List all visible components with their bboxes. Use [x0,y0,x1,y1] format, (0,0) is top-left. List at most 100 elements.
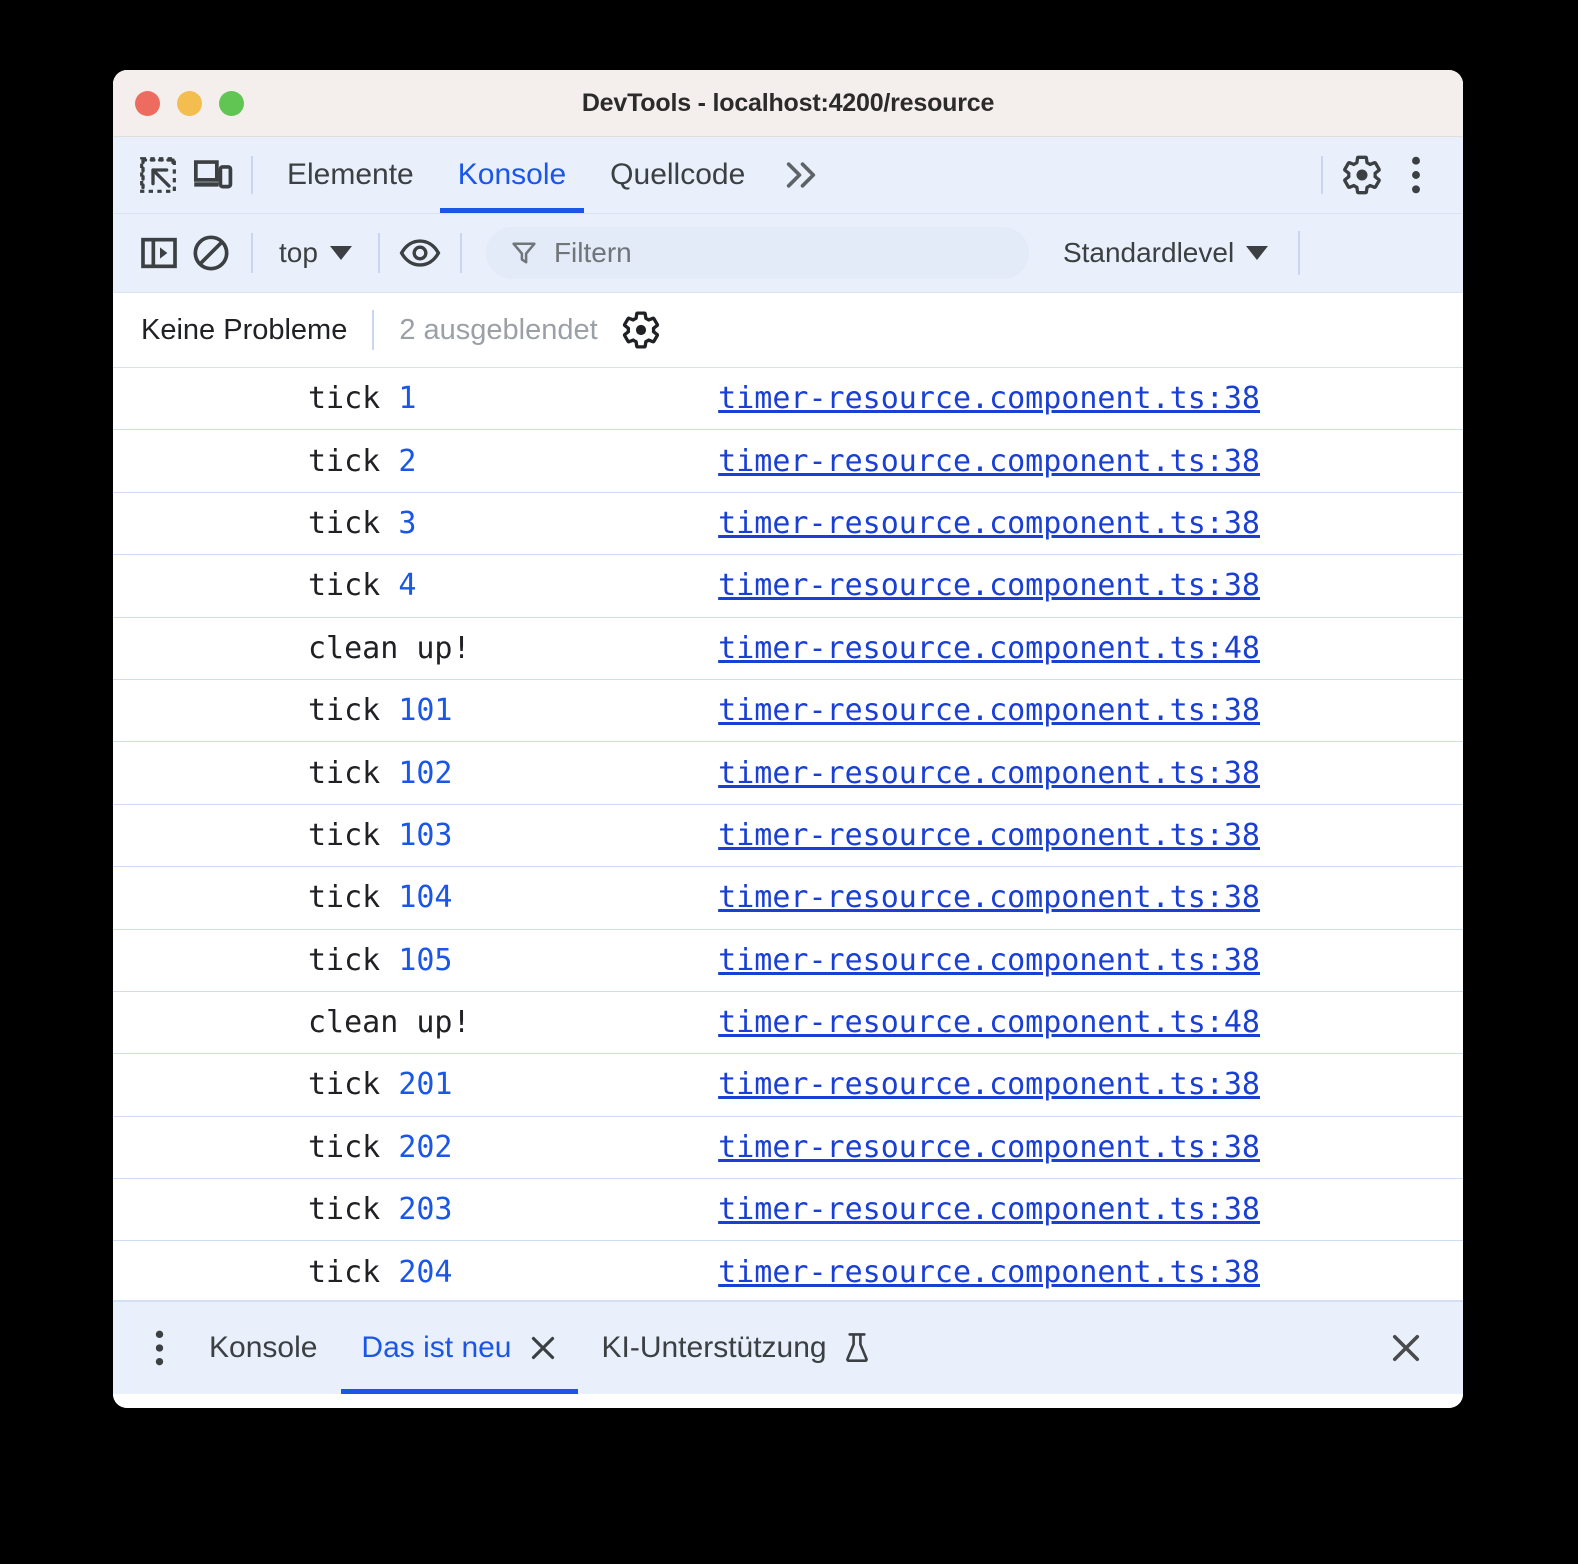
hidden-messages-text[interactable]: 2 ausgeblendet [399,314,597,347]
close-icon[interactable] [528,1333,558,1363]
console-message-value: 203 [398,1192,453,1228]
console-message-source-link[interactable]: timer-resource.component.ts:38 [718,506,1260,541]
console-message-row[interactable]: tick 4 timer-resource.component.ts:38 [113,555,1463,618]
execution-context-selector[interactable]: top [267,237,364,269]
console-message-source-link[interactable]: timer-resource.component.ts:38 [718,943,1260,978]
gear-icon[interactable] [1335,148,1389,202]
log-level-selector[interactable]: Standardlevel [1062,237,1269,269]
console-message-value: 202 [398,1129,453,1165]
window-bottom-edge [113,1394,1463,1408]
console-message-row[interactable]: tick 103 timer-resource.component.ts:38 [113,805,1463,868]
filterbar-divider-4 [1298,231,1301,275]
tabbar-right-actions [1309,148,1463,202]
console-message-value: 3 [398,505,417,541]
console-message-value: 4 [398,568,417,604]
filter-funnel-icon [510,239,538,267]
close-window-button[interactable] [135,90,160,116]
drawer-tab-ki-unterstuetzung-label: KI-Unterstützung [601,1331,827,1364]
close-drawer-button[interactable] [1379,1321,1433,1375]
console-message-value: 201 [398,1067,453,1103]
console-message-row[interactable]: clean up! timer-resource.component.ts:48 [113,618,1463,680]
maximize-window-button[interactable] [219,90,244,116]
console-message-row[interactable]: tick 201 timer-resource.component.ts:38 [113,1054,1463,1117]
device-toolbar-icon[interactable] [185,148,239,202]
tab-quellcode[interactable]: Quellcode [588,137,767,213]
console-message-text: tick 203 [308,1192,453,1228]
more-tabs-chevron-icon[interactable] [767,137,835,213]
drawer-tab-das-ist-neu[interactable]: Das ist neu [339,1302,579,1394]
tab-quellcode-label: Quellcode [610,158,746,191]
console-message-row[interactable]: tick 104 timer-resource.component.ts:38 [113,867,1463,930]
filter-input[interactable]: Filtern [485,227,1029,279]
filterbar-divider-2 [377,233,380,273]
console-message-value: 104 [398,880,453,916]
console-message-source-link[interactable]: timer-resource.component.ts:48 [718,631,1260,666]
console-filter-toolbar: top Filtern Standardlevel [113,214,1463,293]
kebab-menu-icon[interactable] [1389,148,1443,202]
console-message-text: tick 105 [308,942,453,978]
drawer-tab-ki-unterstuetzung[interactable]: KI-Unterstützung [580,1302,893,1394]
kebab-menu-icon[interactable] [131,1302,187,1394]
console-message-row[interactable]: tick 204 timer-resource.component.ts:38 [113,1241,1463,1300]
console-message-source-link[interactable]: timer-resource.component.ts:38 [718,1067,1260,1102]
console-message-row[interactable]: tick 3 timer-resource.component.ts:38 [113,493,1463,556]
console-message-row[interactable]: tick 203 timer-resource.component.ts:38 [113,1179,1463,1242]
tabbar-right-divider [1321,156,1323,194]
gear-icon[interactable] [620,309,662,351]
console-message-text: tick 104 [308,880,453,916]
console-message-text: tick 4 [308,568,417,604]
console-message-value: 102 [398,755,453,791]
console-message-source-link[interactable]: timer-resource.component.ts:38 [718,693,1260,728]
console-message-source-link[interactable]: timer-resource.component.ts:38 [718,381,1260,416]
console-message-source-link[interactable]: timer-resource.component.ts:48 [718,1005,1260,1040]
tab-elemente[interactable]: Elemente [265,137,436,213]
console-message-row[interactable]: tick 202 timer-resource.component.ts:38 [113,1117,1463,1180]
screenshot-root: DevTools - localhost:4200/resource Eleme… [0,0,1578,1564]
filterbar-divider-1 [251,233,253,273]
console-message-text: tick 102 [308,755,453,791]
tab-konsole-label: Konsole [457,158,567,191]
log-level-label: Standardlevel [1062,237,1235,268]
console-message-row[interactable]: tick 1 timer-resource.component.ts:38 [113,368,1463,431]
drawer-tab-konsole-label: Konsole [209,1331,318,1364]
console-sidebar-icon[interactable] [133,227,185,279]
console-message-text: tick 103 [308,817,453,853]
console-message-row[interactable]: tick 105 timer-resource.component.ts:38 [113,930,1463,992]
experiment-flask-icon [843,1331,871,1365]
drawer-tab-konsole[interactable]: Konsole [187,1302,339,1394]
eye-icon[interactable] [394,227,446,279]
minimize-window-button[interactable] [177,90,202,116]
console-message-row[interactable]: tick 101 timer-resource.component.ts:38 [113,680,1463,743]
tab-konsole[interactable]: Konsole [436,137,588,213]
console-message-text: tick 1 [308,381,417,417]
devtools-main-tabbar: Elemente Konsole Quellcode [113,137,1463,214]
console-message-source-link[interactable]: timer-resource.component.ts:38 [718,880,1260,915]
console-message-source-link[interactable]: timer-resource.component.ts:38 [718,818,1260,853]
console-message-row[interactable]: clean up! timer-resource.component.ts:48 [113,992,1463,1055]
console-message-source-link[interactable]: timer-resource.component.ts:38 [718,1130,1260,1165]
console-message-text: clean up! [308,630,471,666]
clear-console-icon[interactable] [185,227,237,279]
console-message-source-link[interactable]: timer-resource.component.ts:38 [718,1192,1260,1227]
filter-input-placeholder: Filtern [553,237,632,268]
console-message-value: 2 [398,443,417,479]
console-message-text: tick 2 [308,443,417,479]
console-message-source-link[interactable]: timer-resource.component.ts:38 [718,568,1260,603]
console-message-value: 103 [398,817,453,853]
console-message-source-link[interactable]: timer-resource.component.ts:38 [718,444,1260,479]
console-message-value: 1 [398,381,417,417]
console-message-source-link[interactable]: timer-resource.component.ts:38 [718,1255,1260,1290]
status-divider [372,310,375,350]
traffic-light-controls [135,90,244,116]
console-message-list[interactable]: tick 1 timer-resource.component.ts:38 tick… [113,368,1463,1300]
window-titlebar: DevTools - localhost:4200/resource [113,70,1463,137]
tab-elemente-label: Elemente [287,158,414,191]
console-message-text: tick 101 [308,693,453,729]
console-message-row[interactable]: tick 2 timer-resource.component.ts:38 [113,430,1463,493]
drawer-tab-das-ist-neu-label: Das ist neu [361,1331,512,1364]
console-message-source-link[interactable]: timer-resource.component.ts:38 [718,756,1260,791]
inspect-element-icon[interactable] [131,148,185,202]
console-status-strip: Keine Probleme 2 ausgeblendet [113,293,1463,368]
console-message-row[interactable]: tick 102 timer-resource.component.ts:38 [113,742,1463,805]
devtools-window: DevTools - localhost:4200/resource Eleme… [113,70,1463,1408]
